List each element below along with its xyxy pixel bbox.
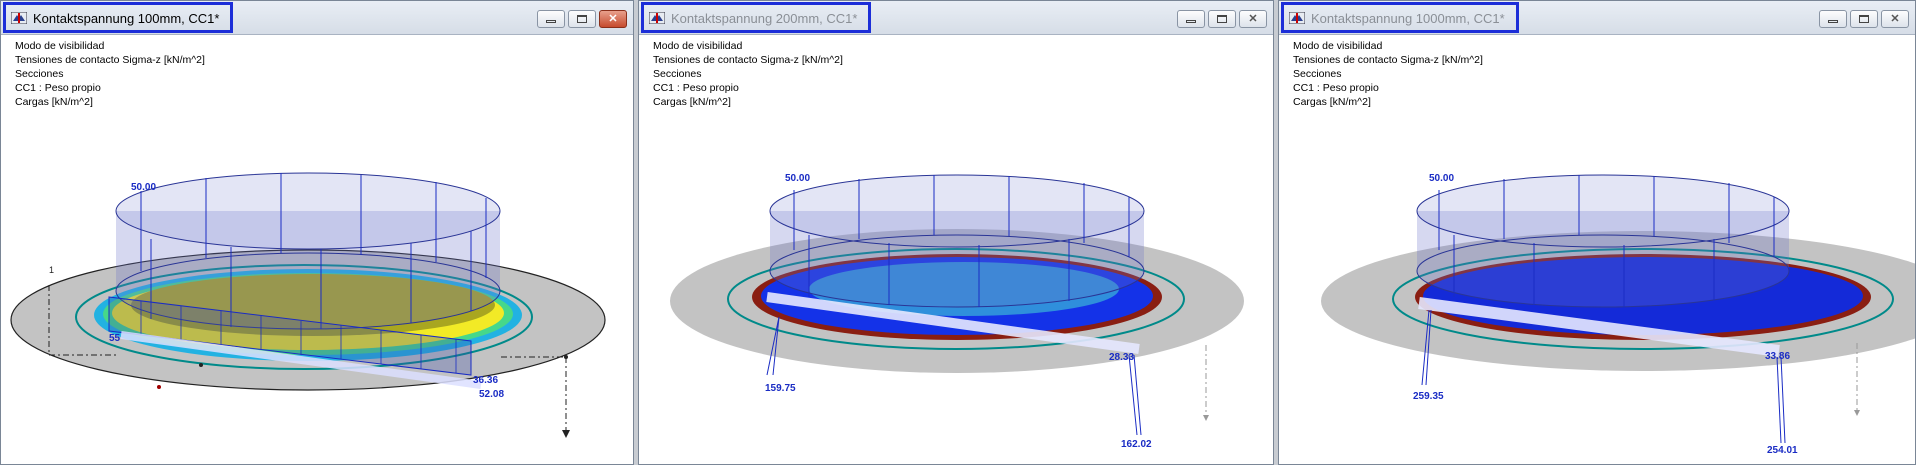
maximize-button[interactable] [1850, 10, 1878, 28]
maximize-button[interactable] [1208, 10, 1236, 28]
node-arrowhead [1203, 415, 1209, 421]
load-value-label: 50.00 [785, 173, 810, 184]
load-value-label: 50.00 [1429, 173, 1454, 184]
node-arrowhead [1854, 410, 1860, 416]
3d-viewport[interactable]: 50.00 1 55 36.36 52.08 [1, 35, 633, 465]
close-button[interactable]: ✕ [1239, 10, 1267, 28]
title-highlight-box [641, 2, 871, 33]
minimize-button[interactable] [1177, 10, 1205, 28]
window-titlebar[interactable]: Kontaktspannung 1000mm, CC1* ✕ [1279, 1, 1915, 35]
close-icon: ✕ [1890, 12, 1900, 25]
close-button[interactable]: ✕ [599, 10, 627, 28]
maximize-icon [1859, 15, 1869, 23]
title-highlight-box [3, 2, 233, 33]
3d-viewport[interactable]: 50.00 28.33 159.75 162.02 [639, 35, 1273, 465]
viewport-window-200mm[interactable]: Kontaktspannung 200mm, CC1* ✕ Modo de vi… [638, 0, 1274, 465]
close-icon: ✕ [608, 12, 618, 25]
close-button[interactable]: ✕ [1881, 10, 1909, 28]
load-cylinder-top [115, 172, 501, 250]
minimize-icon [1186, 20, 1196, 23]
minimize-button[interactable] [1819, 10, 1847, 28]
section-value-label: 36.36 [473, 375, 498, 386]
viewport-window-1000mm[interactable]: Kontaktspannung 1000mm, CC1* ✕ Modo de v… [1278, 0, 1916, 465]
peak-value-label: 162.02 [1121, 439, 1152, 450]
node-point [564, 355, 568, 359]
peak-value-label: 259.35 [1413, 391, 1444, 402]
load-cylinder-top [1416, 174, 1790, 248]
peak-value-label: 254.01 [1767, 445, 1798, 456]
node-arrowhead [562, 430, 570, 438]
load-value-label: 50.00 [131, 182, 156, 193]
title-highlight-box [1281, 2, 1519, 33]
section-value-label: 55 [109, 333, 121, 344]
section-value-label: 52.08 [479, 389, 504, 400]
node-point [199, 363, 203, 367]
close-icon: ✕ [1248, 12, 1258, 25]
window-titlebar[interactable]: Kontaktspannung 100mm, CC1* ✕ [1, 1, 633, 35]
node-number-label: 1 [49, 265, 54, 275]
minimize-icon [546, 20, 556, 23]
minimize-icon [1828, 20, 1838, 23]
window-titlebar[interactable]: Kontaktspannung 200mm, CC1* ✕ [639, 1, 1273, 35]
maximize-icon [577, 15, 587, 23]
load-cylinder-top [769, 174, 1145, 248]
viewport-window-100mm[interactable]: Kontaktspannung 100mm, CC1* ✕ Modo de vi… [0, 0, 634, 465]
maximize-icon [1217, 15, 1227, 23]
section-value-label: 33.86 [1765, 351, 1790, 362]
maximize-button[interactable] [568, 10, 596, 28]
node-point [157, 385, 161, 389]
section-value-label: 28.33 [1109, 352, 1134, 363]
peak-value-label: 159.75 [765, 383, 796, 394]
minimize-button[interactable] [537, 10, 565, 28]
3d-viewport[interactable]: 50.00 33.86 259.35 254.01 [1279, 35, 1915, 465]
